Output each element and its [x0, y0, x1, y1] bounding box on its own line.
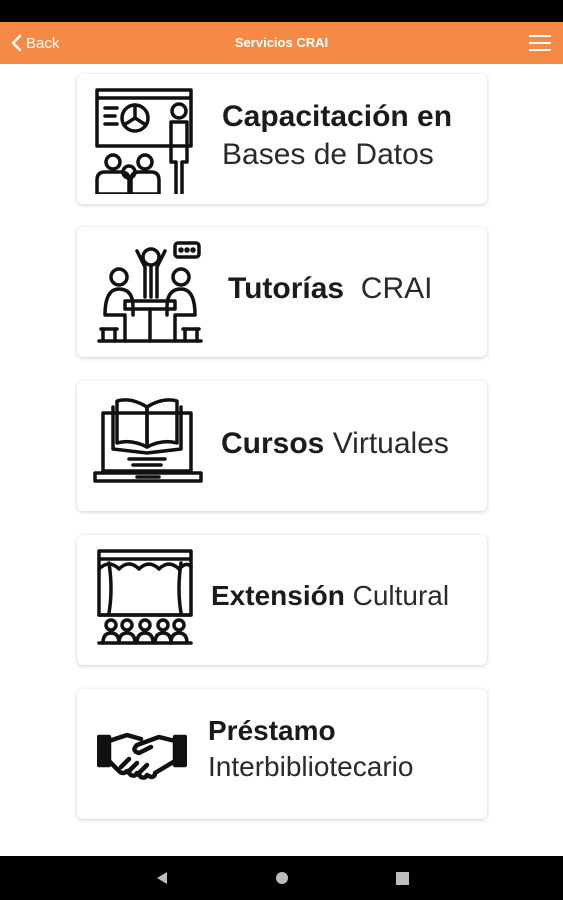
nav-recents-icon[interactable] — [380, 856, 424, 900]
laptop-book-icon — [93, 395, 203, 495]
chevron-left-icon — [10, 34, 22, 52]
card-label: Tutorías CRAI — [228, 270, 432, 308]
card-title-bold: Capacitación en — [222, 100, 453, 133]
tutoring-group-icon — [95, 237, 205, 347]
handshake-icon — [97, 727, 187, 781]
card-title-bold: Préstamo — [208, 715, 336, 746]
card-label: Extensión Cultural — [211, 577, 449, 615]
card-extension[interactable]: Extensión Cultural — [77, 535, 487, 665]
presentation-training-icon — [93, 84, 193, 194]
card-title-light: Interbibliotecario — [208, 751, 414, 782]
card-tutorias[interactable]: Tutorías CRAI — [77, 227, 487, 357]
card-label: Cursos Virtuales — [221, 425, 449, 463]
back-button[interactable]: Back — [10, 22, 59, 64]
card-label: Préstamo Interbibliotecario — [208, 713, 413, 785]
card-title-light: Cultural — [352, 580, 450, 611]
services-list: Capacitación en Bases de Datos Tutorías … — [0, 64, 563, 856]
card-title-bold: Tutorías — [228, 272, 345, 305]
card-prestamo[interactable]: Préstamo Interbibliotecario — [77, 689, 487, 819]
card-title-bold: Extensión — [211, 580, 345, 611]
card-capacitacion[interactable]: Capacitación en Bases de Datos — [77, 74, 487, 204]
app-bar: Back Servicios CRAI — [0, 22, 563, 64]
nav-home-icon[interactable] — [260, 856, 304, 900]
hamburger-menu-icon[interactable] — [529, 35, 551, 51]
back-label: Back — [26, 34, 60, 52]
card-title-light: CRAI — [360, 272, 433, 305]
system-nav-bar — [0, 856, 563, 900]
card-label: Capacitación en Bases de Datos — [222, 98, 452, 174]
card-title-light: Bases de Datos — [222, 138, 434, 171]
card-title-light: Virtuales — [332, 427, 449, 460]
nav-back-icon[interactable] — [140, 856, 184, 900]
theater-stage-icon — [95, 547, 195, 647]
status-bar — [0, 0, 563, 22]
card-cursos[interactable]: Cursos Virtuales — [77, 381, 487, 511]
card-title-bold: Cursos — [221, 427, 325, 460]
page-title: Servicios CRAI — [234, 35, 329, 50]
